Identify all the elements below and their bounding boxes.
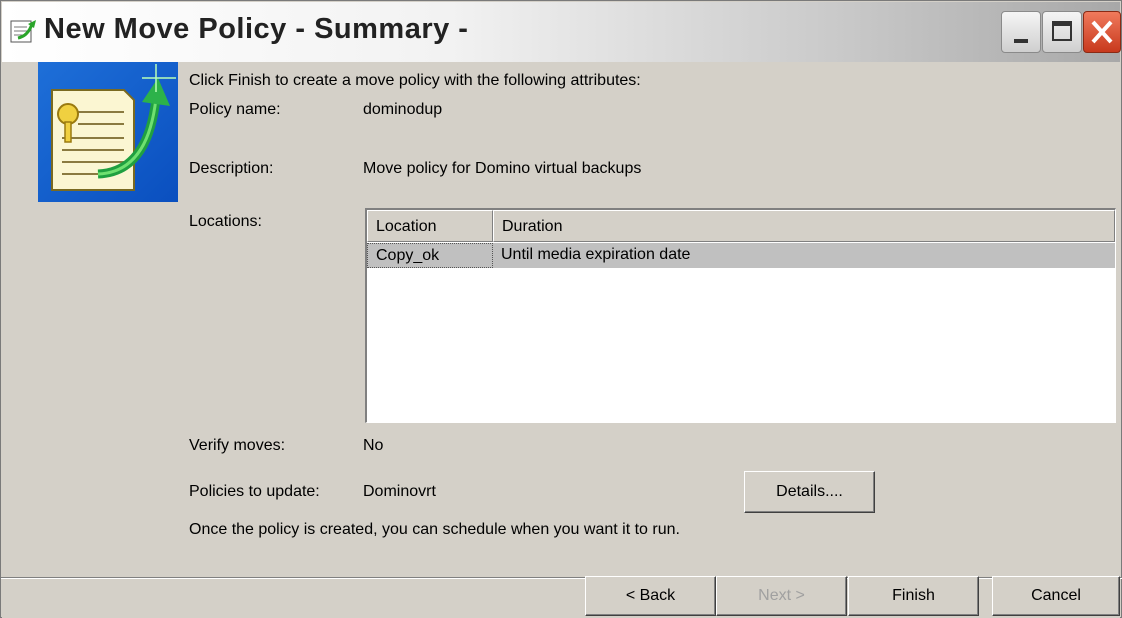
policy-name-value: dominodup: [363, 101, 443, 118]
verify-moves-value: No: [363, 437, 384, 454]
wizard-content: Click Finish to create a move policy wit…: [2, 62, 1120, 578]
maximize-button[interactable]: [1042, 11, 1082, 53]
title-bar[interactable]: New Move Policy - Summary -: [2, 2, 1121, 62]
column-header-duration[interactable]: Duration: [493, 210, 1115, 242]
description-label: Description:: [189, 160, 274, 177]
minimize-button[interactable]: [1001, 11, 1041, 53]
window-title: New Move Policy - Summary -: [44, 13, 469, 45]
duration-cell: Until media expiration date: [501, 246, 691, 263]
back-button[interactable]: < Back: [585, 576, 716, 616]
wizard-app-icon: [10, 20, 36, 43]
locations-table[interactable]: Location Duration Copy_ok Until media ex…: [365, 208, 1116, 423]
footer-note: Once the policy is created, you can sche…: [189, 521, 680, 538]
policy-name-label: Policy name:: [189, 101, 281, 118]
close-icon: [1091, 20, 1113, 44]
table-row[interactable]: Copy_ok Until media expiration date: [367, 243, 1115, 268]
verify-moves-label: Verify moves:: [189, 437, 286, 454]
policies-update-label: Policies to update:: [189, 483, 320, 500]
maximize-icon: [1052, 21, 1072, 41]
location-cell: Copy_ok: [367, 243, 493, 268]
intro-text: Click Finish to create a move policy wit…: [189, 72, 641, 89]
cancel-button[interactable]: Cancel: [992, 576, 1120, 616]
document-move-arrow-icon: [38, 62, 178, 202]
close-button[interactable]: [1083, 11, 1121, 53]
minimize-icon: [1014, 39, 1028, 43]
details-button[interactable]: Details....: [744, 471, 875, 513]
locations-label: Locations:: [189, 213, 262, 230]
button-bar: < Back Next > Finish Cancel: [2, 576, 1120, 618]
policies-update-value: Dominovrt: [363, 483, 436, 500]
wizard-window: New Move Policy - Summary - Click Finish…: [0, 0, 1122, 618]
finish-button[interactable]: Finish: [848, 576, 979, 616]
column-header-location[interactable]: Location: [367, 210, 493, 242]
next-button[interactable]: Next >: [716, 576, 847, 616]
description-value: Move policy for Domino virtual backups: [363, 160, 642, 177]
